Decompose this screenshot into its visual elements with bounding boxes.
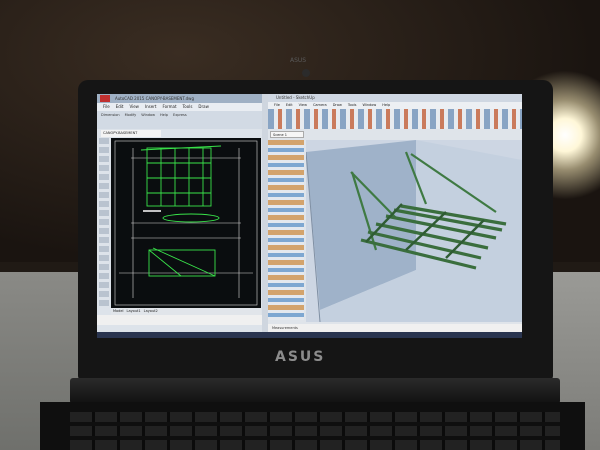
su-menu-window[interactable]: Window	[362, 102, 376, 109]
menu-draw[interactable]: Draw	[198, 103, 208, 111]
windows-taskbar[interactable]	[97, 332, 522, 338]
laptop-brand-logo: ASUS	[275, 349, 326, 365]
sketchup-status-bar: Measurements	[268, 324, 522, 332]
keyboard-row	[70, 440, 560, 450]
menu-edit[interactable]: Edit	[116, 103, 124, 111]
keyboard-row	[70, 412, 560, 422]
su-menu-tools[interactable]: Tools	[348, 102, 357, 109]
sketchup-window: Untitled - SketchUp File Edit View Camer…	[268, 94, 522, 338]
autocad-layout-tabs: Model Layout1 Layout2	[111, 308, 261, 315]
canopy-elevation	[148, 249, 216, 277]
autocad-command-line[interactable]	[97, 315, 262, 325]
su-menu-camera[interactable]: Camera	[313, 102, 327, 109]
tab-layout1[interactable]: Layout1	[127, 308, 141, 315]
cad-drawing	[114, 140, 258, 306]
webcam	[302, 69, 310, 77]
ribbon-dimension[interactable]: Dimension	[101, 111, 120, 129]
autocad-logo-icon[interactable]	[100, 95, 110, 102]
laptop-hinge	[70, 378, 560, 404]
autocad-file-tab[interactable]: CANOPY-BASEMENT	[101, 130, 161, 137]
menu-format[interactable]: Format	[162, 103, 176, 111]
menu-view[interactable]: View	[129, 103, 139, 111]
ribbon-window[interactable]: Window	[141, 111, 155, 129]
menu-tools[interactable]: Tools	[183, 103, 193, 111]
tab-layout2[interactable]: Layout2	[144, 308, 158, 315]
sketchup-titlebar: Untitled - SketchUp	[268, 94, 522, 102]
sketchup-scene-tab[interactable]: Scene 1	[270, 131, 304, 138]
autocad-tool-palette[interactable]	[99, 138, 109, 308]
su-menu-draw[interactable]: Draw	[333, 102, 342, 109]
sketchup-tool-palette[interactable]	[268, 140, 304, 320]
autocad-ribbon: Dimension Modify Window Help Express	[97, 111, 262, 129]
tab-model[interactable]: Model	[113, 308, 124, 315]
menu-insert[interactable]: Insert	[145, 103, 156, 111]
su-menu-help[interactable]: Help	[382, 102, 390, 109]
autocad-titlebar: AutoCAD 2015 CANOPY-BASEMENT.dwg	[97, 94, 262, 103]
menu-file[interactable]: File	[103, 103, 110, 111]
top-brand: ASUS	[290, 57, 307, 64]
autocad-window: AutoCAD 2015 CANOPY-BASEMENT.dwg File Ed…	[97, 94, 262, 338]
ribbon-help[interactable]: Help	[160, 111, 168, 129]
ribbon-modify[interactable]: Modify	[125, 111, 137, 129]
su-menu-view[interactable]: View	[299, 102, 307, 109]
sketchup-viewport[interactable]	[305, 140, 522, 323]
autocad-menubar: File Edit View Insert Format Tools Draw	[97, 103, 262, 111]
canopy-3d-model	[305, 140, 522, 323]
su-menu-file[interactable]: File	[274, 102, 280, 109]
sketchup-toolbar[interactable]	[268, 109, 522, 129]
canopy-plan	[146, 147, 212, 207]
sketchup-menubar: File Edit View Camera Draw Tools Window …	[268, 102, 522, 109]
canopy-section	[162, 213, 220, 223]
autocad-drawing-canvas[interactable]	[111, 138, 261, 308]
laptop-screen: AutoCAD 2015 CANOPY-BASEMENT.dwg File Ed…	[97, 94, 522, 338]
keyboard-row	[70, 426, 560, 436]
su-menu-edit[interactable]: Edit	[286, 102, 293, 109]
ribbon-express[interactable]: Express	[173, 111, 187, 129]
